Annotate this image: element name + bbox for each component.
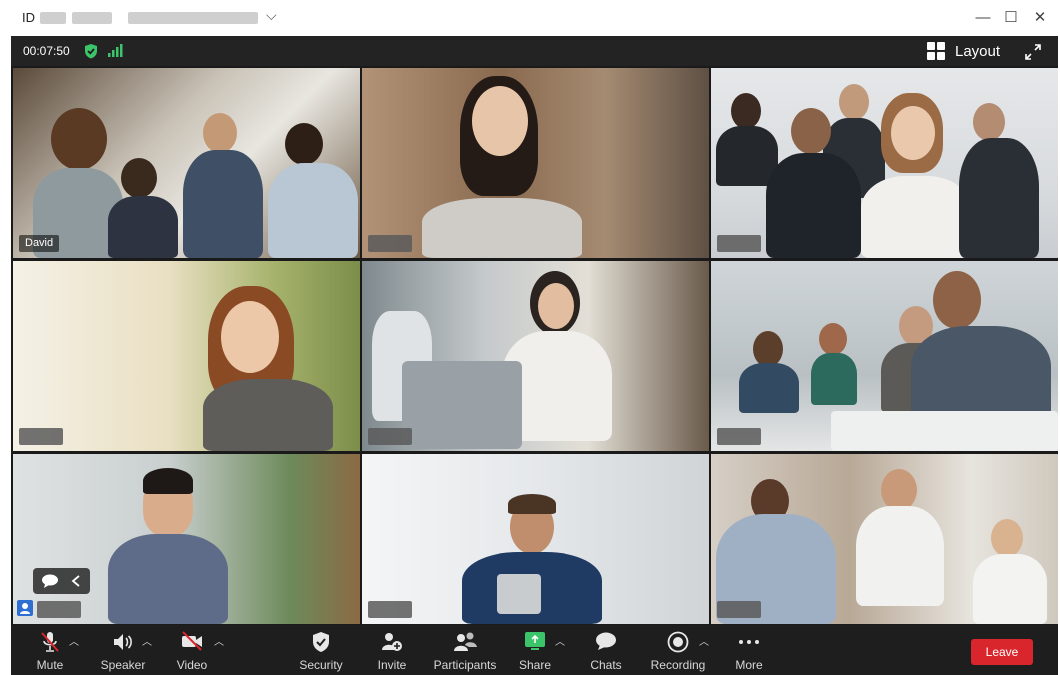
chats-label: Chats [590,658,622,672]
meeting-timer: 00:07:50 [23,44,70,58]
video-tile-2[interactable] [362,68,709,258]
participants-label: Participants [433,658,497,672]
window-title-bar: ID ⌵ — ☐ ✕ [0,0,1060,36]
security-button[interactable]: Security [293,625,349,675]
recording-label: Recording [650,658,706,672]
participant-name-redacted [368,235,412,252]
signal-icon[interactable] [107,44,123,63]
video-tile-9[interactable] [711,454,1058,624]
share-screen-icon [525,632,545,650]
grid-layout-icon [927,42,945,60]
speaker-options-caret[interactable]: ︿ [142,633,152,648]
user-avatar-icon [17,600,33,616]
leave-button[interactable]: Leave [971,639,1033,665]
video-tile-7[interactable] [13,454,360,624]
record-icon [667,631,689,653]
video-off-icon [182,631,202,651]
participant-name-redacted [717,601,761,618]
mute-button[interactable]: Mute [27,625,73,675]
participant-name-redacted [19,428,63,445]
chat-bubble-icon [596,632,616,650]
maximize-button[interactable]: ☐ [1000,7,1022,29]
invite-button[interactable]: Invite [369,625,415,675]
participant-name-redacted [368,428,412,445]
chat-popup-button[interactable] [33,568,90,594]
meeting-window: 00:07:50 Layout David Mute ︿ Speaker ︿ V… [11,36,1058,675]
meeting-id-redacted [40,12,66,24]
mute-options-caret[interactable]: ︿ [69,633,79,648]
speaker-icon [114,634,132,650]
mic-off-icon [41,632,59,652]
video-button[interactable]: Video [169,625,215,675]
security-label: Security [299,658,343,672]
shield-check-icon[interactable] [84,43,98,64]
video-grid: David [11,68,1058,624]
participant-name-redacted [368,601,412,618]
video-label: Video [176,658,208,672]
close-button[interactable]: ✕ [1029,7,1051,29]
meeting-toolbar: Mute ︿ Speaker ︿ Video ︿ Security Invite… [11,625,1058,675]
expand-icon[interactable] [1023,42,1043,62]
meeting-top-bar: 00:07:50 Layout [11,36,1058,66]
layout-button[interactable]: Layout [927,41,1000,61]
participants-button[interactable]: Participants [427,625,503,675]
meeting-id-redacted [128,12,258,24]
participant-name-redacted [717,428,761,445]
more-dots-icon [739,640,759,644]
video-tile-1[interactable]: David [13,68,360,258]
share-options-caret[interactable]: ︿ [555,633,565,648]
layout-label: Layout [955,42,1001,60]
mute-label: Mute [36,658,64,672]
speaker-label: Speaker [100,658,146,672]
shield-check-icon [313,632,329,652]
meeting-id-redacted [72,12,112,24]
share-button[interactable]: Share [515,625,555,675]
video-options-caret[interactable]: ︿ [214,633,224,648]
chats-button[interactable]: Chats [583,625,629,675]
share-label: Share [518,658,552,672]
minimize-button[interactable]: — [972,7,994,29]
participant-name-redacted [37,601,81,618]
participant-name-redacted [717,235,761,252]
video-tile-4[interactable] [13,261,360,451]
add-user-icon [382,633,402,651]
participant-name-tag: David [19,235,60,252]
video-tile-8[interactable] [362,454,709,624]
video-tile-3[interactable] [711,68,1058,258]
recording-options-caret[interactable]: ︿ [699,633,709,648]
more-label: More [735,658,763,672]
participants-icon [454,632,477,651]
video-tile-6[interactable] [711,261,1058,451]
meeting-id-label: ID [22,10,35,25]
chevron-down-icon[interactable]: ⌵ [266,7,277,24]
video-tile-5-active-speaker[interactable] [362,261,709,451]
invite-label: Invite [377,658,407,672]
more-button[interactable]: More [727,625,771,675]
